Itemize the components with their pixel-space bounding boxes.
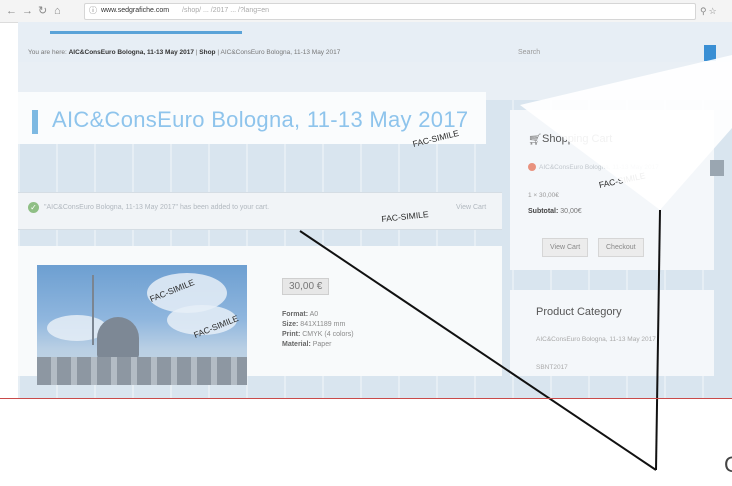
corner-letter: C (724, 452, 732, 477)
overlay-annotations (299, 55, 732, 471)
paper-fold-overlay (520, 55, 732, 210)
pen-stroke-diagonal (299, 230, 657, 471)
page-bottom-edge (0, 398, 732, 399)
pen-stroke-vertical (655, 209, 661, 471)
